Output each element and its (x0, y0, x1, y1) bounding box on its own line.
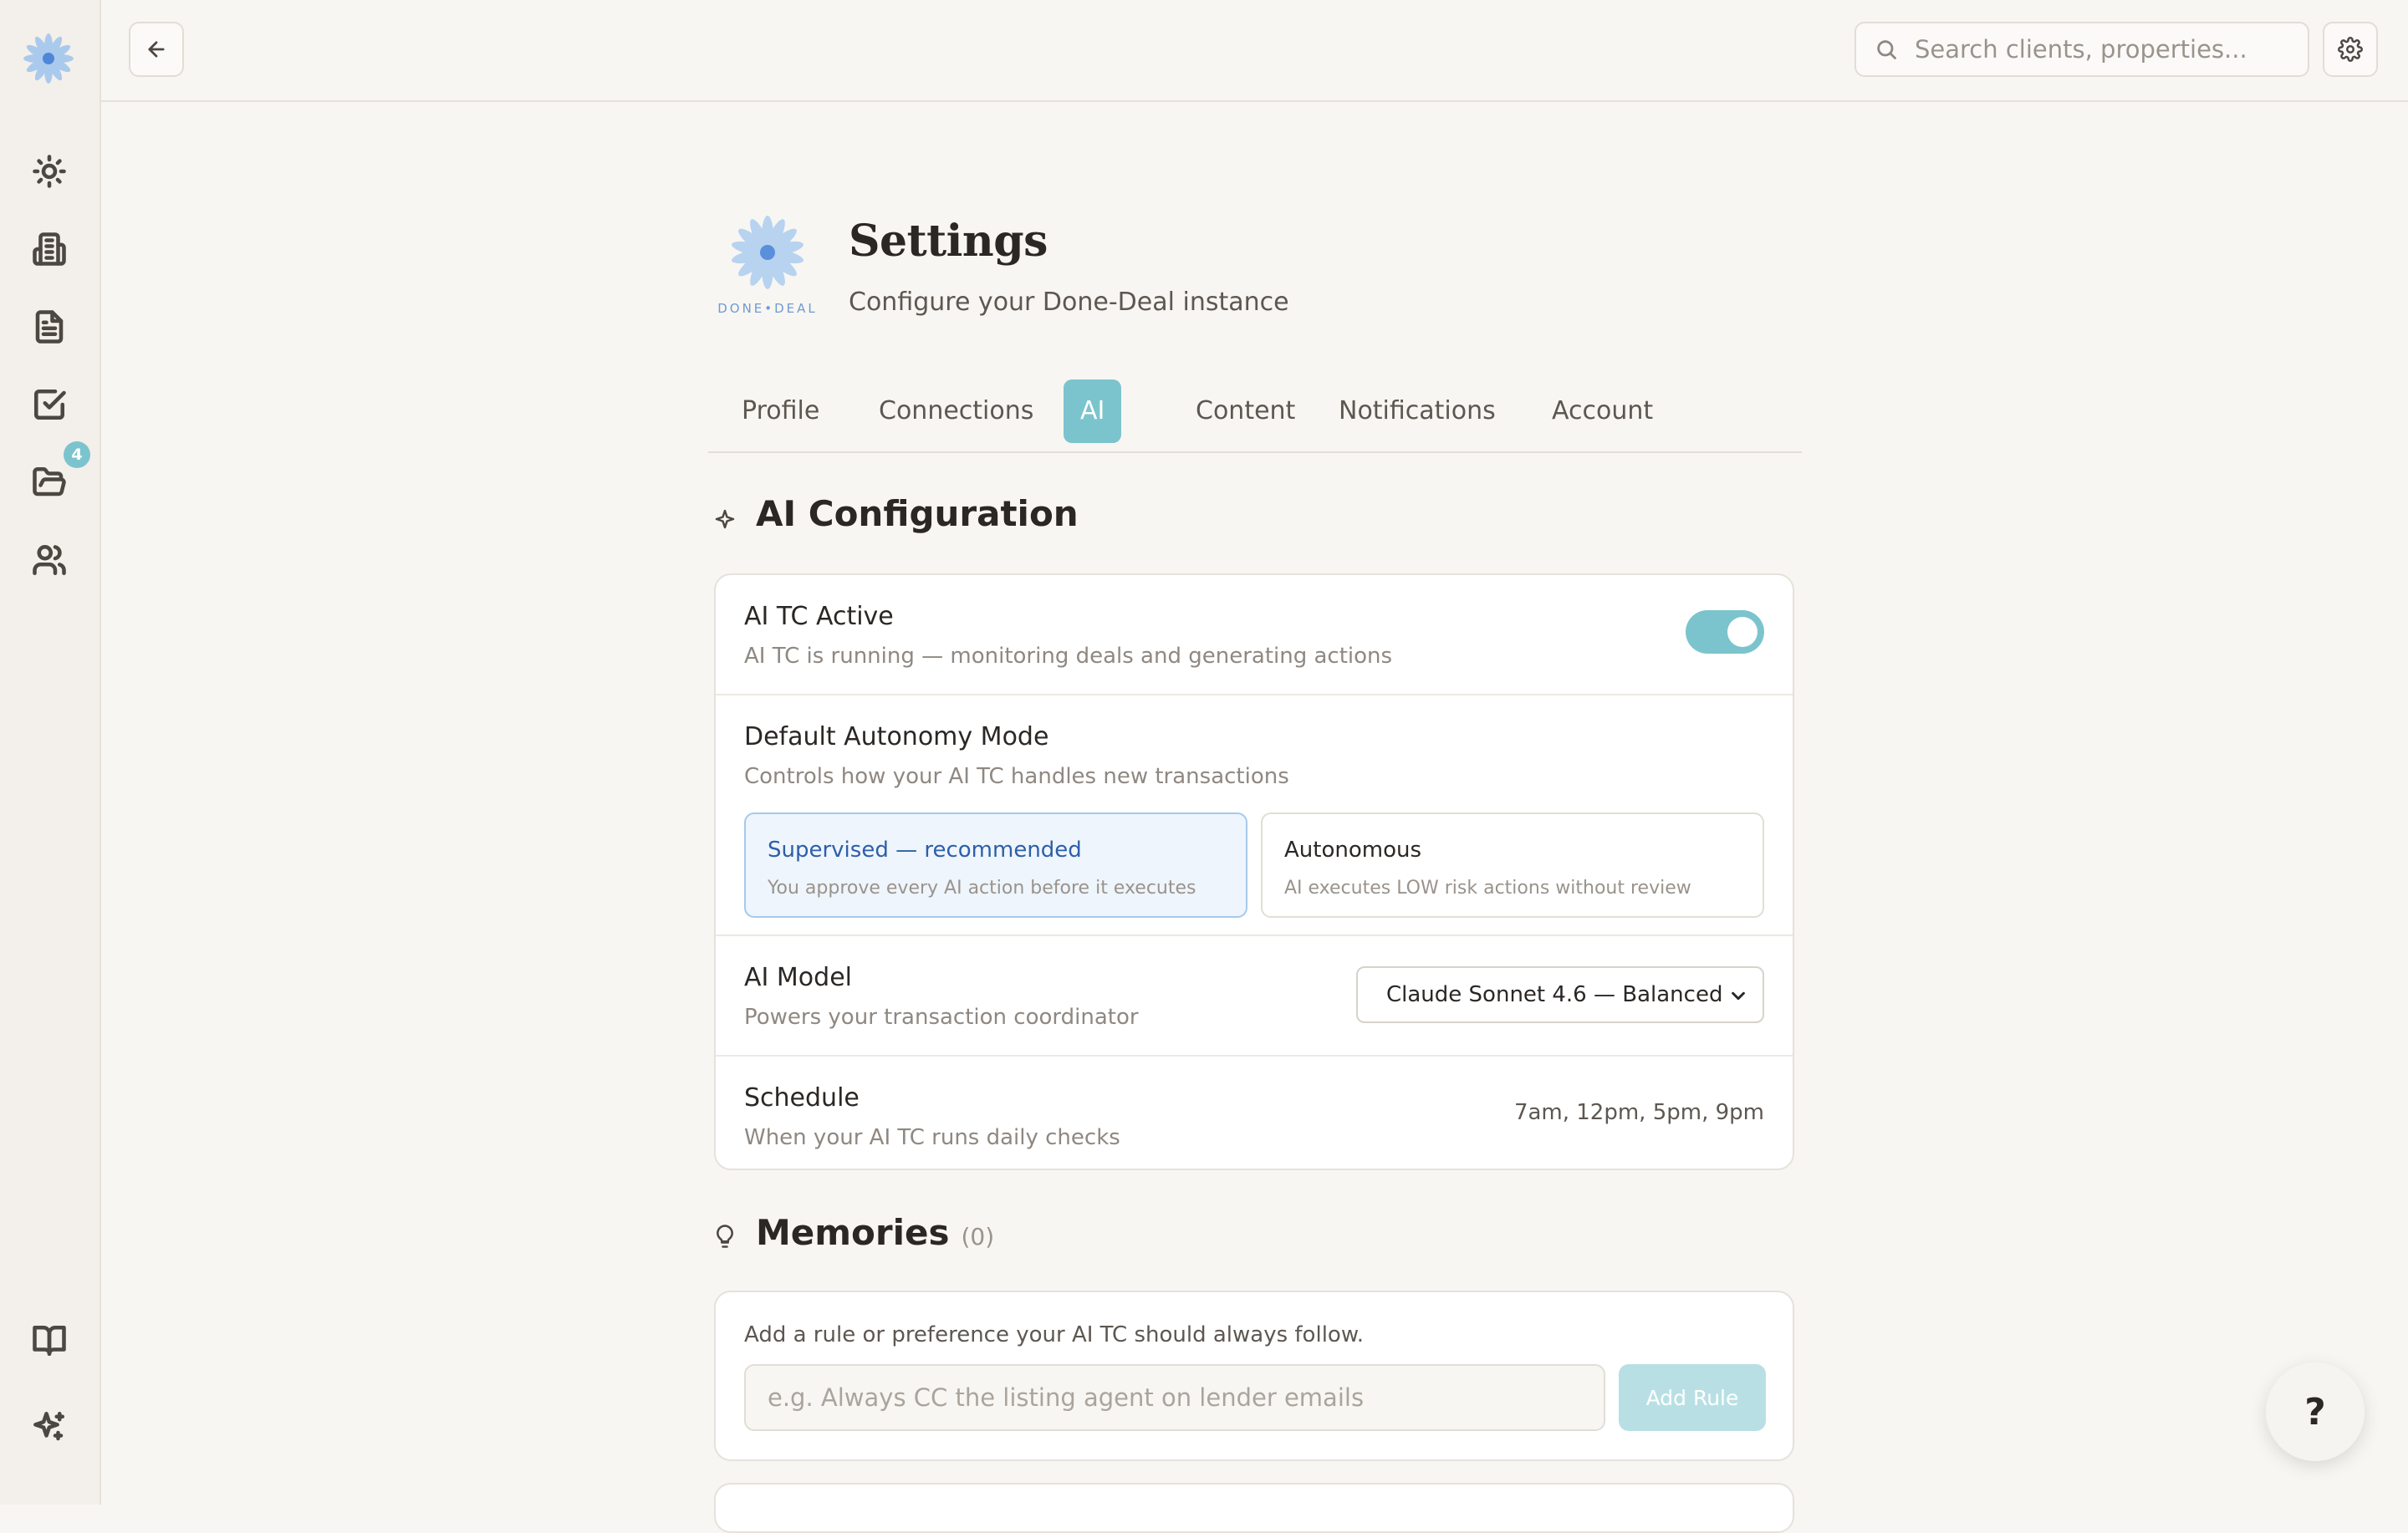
files-count-badge: 4 (64, 441, 90, 468)
memories-title-text: Memories (756, 1212, 950, 1253)
nav-dashboard[interactable] (28, 150, 70, 192)
logo-wordmark: DONE•DEAL (717, 301, 818, 316)
nav-guides[interactable] (28, 1320, 70, 1362)
ai-active-desc: AI TC is running — monitoring deals and … (744, 644, 1393, 669)
building-icon (33, 232, 66, 266)
ai-model-value: Claude Sonnet 4.6 — Balanced (1386, 982, 1723, 1007)
autonomous-title: Autonomous (1284, 838, 1422, 863)
tab-content[interactable]: Content (1179, 379, 1312, 443)
ai-active-label: AI TC Active (744, 602, 894, 631)
autonomy-row: Default Autonomy Mode Controls how your … (716, 695, 1793, 936)
schedule-label: Schedule (744, 1083, 860, 1113)
schedule-desc: When your AI TC runs daily checks (744, 1125, 1120, 1150)
nav-clients[interactable] (28, 539, 70, 581)
memories-list-card (714, 1483, 1794, 1533)
users-icon (33, 544, 66, 576)
ai-active-row: AI TC Active AI TC is running — monitori… (716, 575, 1793, 695)
supervised-desc: You approve every AI action before it ex… (768, 878, 1196, 899)
memories-hint: Add a rule or preference your AI TC shou… (744, 1322, 1364, 1347)
gear-icon (2338, 37, 2363, 62)
schedule-row: Schedule When your AI TC runs daily chec… (716, 1057, 1793, 1174)
settings-button[interactable] (2323, 22, 2378, 77)
ai-model-select[interactable]: Claude Sonnet 4.6 — Balanced (1356, 966, 1764, 1023)
arrow-left-icon (148, 41, 165, 58)
lotus-logo-icon (732, 216, 804, 289)
settings-tabs: Profile Connections AI Content Notificat… (708, 379, 1802, 453)
nav-files[interactable] (28, 461, 70, 503)
ai-model-desc: Powers your transaction coordinator (744, 1005, 1139, 1030)
autonomy-label: Default Autonomy Mode (744, 722, 1049, 751)
sidebar: 4 (0, 0, 101, 1505)
search-input[interactable] (1913, 34, 2276, 64)
lotus-logo-icon[interactable] (18, 28, 79, 89)
memory-rule-input[interactable] (744, 1364, 1605, 1431)
done-deal-logo: DONE•DEAL (717, 211, 818, 316)
schedule-value: 7am, 12pm, 5pm, 9pm (1513, 1100, 1764, 1125)
ai-model-label: AI Model (744, 963, 852, 992)
search-box[interactable] (1854, 22, 2309, 77)
ai-config-title: AI Configuration (756, 493, 1079, 534)
sun-icon (33, 155, 66, 188)
book-icon (33, 1325, 66, 1357)
tab-profile[interactable]: Profile (725, 379, 836, 443)
add-rule-button[interactable]: Add Rule (1619, 1364, 1766, 1431)
memories-card: Add a rule or preference your AI TC shou… (714, 1291, 1794, 1461)
ai-config-card: AI TC Active AI TC is running — monitori… (714, 573, 1794, 1170)
folder-open-icon (33, 466, 66, 497)
autonomous-desc: AI executes LOW risk actions without rev… (1284, 878, 1691, 899)
memories-title: Memories (0) (756, 1212, 994, 1253)
tab-ai[interactable]: AI (1064, 379, 1122, 443)
back-button[interactable] (129, 22, 184, 77)
search-icon (1877, 40, 1896, 59)
sparkles-icon (33, 1411, 65, 1441)
document-icon (35, 310, 64, 344)
checkbox-icon (33, 389, 66, 420)
autonomy-desc: Controls how your AI TC handles new tran… (744, 764, 1289, 789)
toggle-knob (1727, 617, 1758, 647)
ai-model-row: AI Model Powers your transaction coordin… (716, 936, 1793, 1057)
nav-ai[interactable] (28, 1406, 70, 1448)
ai-active-toggle[interactable] (1686, 610, 1764, 654)
chevron-down-icon (1732, 991, 1745, 1001)
tab-connections[interactable]: Connections (862, 379, 1050, 443)
supervised-option[interactable]: Supervised — recommended You approve eve… (744, 812, 1247, 918)
lightbulb-icon (717, 1225, 733, 1248)
nav-documents[interactable] (28, 306, 70, 348)
tab-account[interactable]: Account (1535, 379, 1670, 443)
autonomous-option[interactable]: Autonomous AI executes LOW risk actions … (1261, 812, 1764, 918)
supervised-title: Supervised — recommended (768, 838, 1082, 863)
nav-tasks[interactable] (28, 384, 70, 425)
sparkle-icon (715, 509, 735, 529)
page-title: Settings (849, 216, 1048, 267)
memories-count: (0) (961, 1223, 995, 1250)
help-button[interactable]: ? (2266, 1362, 2365, 1461)
tab-notifications[interactable]: Notifications (1322, 379, 1513, 443)
nav-properties[interactable] (28, 228, 70, 270)
page-subtitle: Configure your Done-Deal instance (849, 288, 1289, 317)
